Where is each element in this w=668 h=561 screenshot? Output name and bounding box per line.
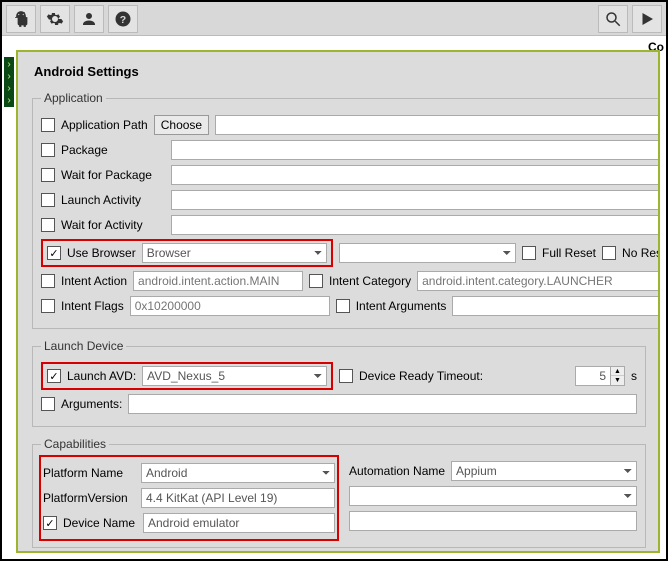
package-label: Package	[61, 143, 165, 157]
android-icon-button[interactable]	[6, 5, 36, 33]
device-ready-label: Device Ready Timeout:	[359, 369, 483, 383]
search-button[interactable]	[598, 5, 628, 33]
play-icon	[638, 10, 656, 28]
no-reset-checkbox[interactable]	[602, 246, 616, 260]
intent-action-label: Intent Action	[61, 274, 127, 288]
device-ready-unit: s	[631, 369, 637, 383]
intent-action-input[interactable]	[133, 271, 303, 291]
use-browser-checkbox[interactable]	[47, 246, 61, 260]
launch-avd-highlight: Launch AVD:	[41, 362, 333, 390]
platform-version-extra-select[interactable]	[349, 486, 637, 506]
intent-args-label: Intent Arguments	[356, 299, 447, 313]
launch-device-group: Launch Device Launch AVD: Device Ready T…	[32, 339, 646, 427]
app-path-input[interactable]	[215, 115, 660, 135]
platform-name-select[interactable]	[141, 463, 335, 483]
device-name-extra-input[interactable]	[349, 511, 637, 531]
capabilities-group: Capabilities Platform Name PlatformVersi…	[32, 437, 646, 548]
device-ready-input[interactable]	[575, 366, 611, 386]
intent-flags-checkbox[interactable]	[41, 299, 55, 313]
capabilities-legend: Capabilities	[41, 437, 109, 451]
spinner-up[interactable]: ▲	[611, 367, 624, 376]
wait-package-label: Wait for Package	[61, 168, 165, 182]
intent-args-checkbox[interactable]	[336, 299, 350, 313]
play-button[interactable]	[632, 5, 662, 33]
intent-action-checkbox[interactable]	[41, 274, 55, 288]
app-path-label: Application Path	[61, 118, 148, 132]
help-icon: ?	[114, 10, 132, 28]
no-reset-label: No Reset	[622, 246, 660, 260]
launch-avd-select[interactable]	[142, 366, 327, 386]
device-name-checkbox[interactable]	[43, 516, 57, 530]
wait-package-checkbox[interactable]	[41, 168, 55, 182]
device-name-input[interactable]	[143, 513, 335, 533]
wait-package-select[interactable]	[171, 165, 660, 185]
package-select[interactable]	[171, 140, 660, 160]
automation-name-select[interactable]	[451, 461, 637, 481]
help-button[interactable]: ?	[108, 5, 138, 33]
capabilities-highlight: Platform Name PlatformVersion Device Nam…	[39, 455, 339, 541]
intent-args-input[interactable]	[452, 296, 660, 316]
intent-flags-input[interactable]	[130, 296, 330, 316]
package-checkbox[interactable]	[41, 143, 55, 157]
app-path-checkbox[interactable]	[41, 118, 55, 132]
launch-avd-label: Launch AVD:	[67, 369, 136, 383]
full-reset-label: Full Reset	[542, 246, 596, 260]
full-reset-checkbox[interactable]	[522, 246, 536, 260]
page-title: Android Settings	[34, 64, 646, 79]
search-icon	[604, 10, 622, 28]
browser-extra-select[interactable]	[339, 243, 516, 263]
arguments-checkbox[interactable]	[41, 397, 55, 411]
wait-activity-select[interactable]	[171, 215, 660, 235]
android-icon	[12, 10, 30, 28]
platform-version-input[interactable]	[141, 488, 335, 508]
application-group: Application Application Path Choose Pack…	[32, 91, 660, 329]
intent-flags-label: Intent Flags	[61, 299, 124, 313]
application-legend: Application	[41, 91, 106, 105]
intent-category-label: Intent Category	[329, 274, 411, 288]
intent-category-input[interactable]	[417, 271, 660, 291]
device-ready-spinner[interactable]: ▲▼	[575, 366, 625, 386]
browser-select[interactable]	[142, 243, 327, 263]
settings-button[interactable]	[40, 5, 70, 33]
spinner-down[interactable]: ▼	[611, 376, 624, 385]
launch-activity-select[interactable]	[171, 190, 660, 210]
user-icon	[80, 10, 98, 28]
svg-text:?: ?	[120, 13, 126, 25]
toolbar: ?	[2, 2, 666, 36]
arguments-input[interactable]	[128, 394, 637, 414]
arguments-label: Arguments:	[61, 397, 122, 411]
launch-device-legend: Launch Device	[41, 339, 126, 353]
launch-activity-checkbox[interactable]	[41, 193, 55, 207]
wait-activity-label: Wait for Activity	[61, 218, 165, 232]
platform-version-label: PlatformVersion	[43, 491, 135, 505]
use-browser-label: Use Browser	[67, 246, 136, 260]
launch-activity-label: Launch Activity	[61, 193, 165, 207]
gear-icon	[46, 10, 64, 28]
device-ready-checkbox[interactable]	[339, 369, 353, 383]
platform-name-label: Platform Name	[43, 466, 135, 480]
intent-category-checkbox[interactable]	[309, 274, 323, 288]
automation-name-label: Automation Name	[349, 464, 445, 478]
settings-panel: Android Settings Application Application…	[16, 50, 660, 553]
choose-button[interactable]: Choose	[154, 115, 209, 135]
side-strip: ››››	[4, 57, 14, 107]
device-name-label: Device Name	[63, 516, 137, 530]
launch-avd-checkbox[interactable]	[47, 369, 61, 383]
use-browser-highlight: Use Browser	[41, 239, 333, 267]
user-button[interactable]	[74, 5, 104, 33]
wait-activity-checkbox[interactable]	[41, 218, 55, 232]
